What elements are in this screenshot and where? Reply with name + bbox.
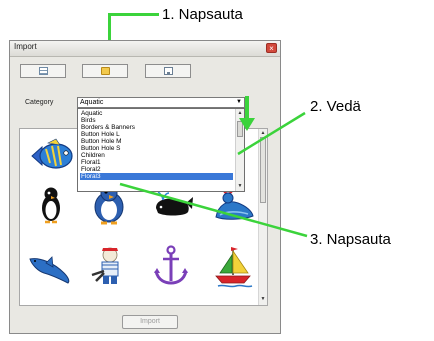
callout-label-1: 1. Napsauta	[162, 6, 243, 23]
design-dolphin-thumbnail[interactable]	[26, 243, 76, 289]
scroll-down-icon[interactable]: ▼	[236, 182, 244, 191]
dropdown-item-borders-banners[interactable]: Borders & Banners	[80, 124, 233, 131]
category-selected-value: Aquatic	[80, 99, 104, 106]
title-bar: Import ×	[10, 41, 280, 57]
dropdown-item-floral3[interactable]: Floral3	[80, 173, 233, 180]
dropdown-item-button-hole-s[interactable]: Button Hole S	[80, 145, 233, 152]
dolphin-icon	[29, 256, 70, 284]
open-folder-button[interactable]	[82, 64, 128, 78]
dropdown-scroll-thumb[interactable]	[237, 121, 243, 137]
sailboat-icon	[215, 247, 253, 288]
anchor-icon	[154, 245, 188, 285]
grid-scrollbar[interactable]: ▲ ▼	[258, 129, 267, 305]
disk-icon	[164, 67, 173, 75]
close-button[interactable]: ×	[266, 43, 277, 53]
dropdown-item-children[interactable]: Children	[80, 152, 233, 159]
dropdown-item-button-hole-l[interactable]: Button Hole L	[80, 131, 233, 138]
design-penguin-thumbnail[interactable]	[26, 181, 76, 227]
grid-scroll-thumb[interactable]	[260, 137, 266, 203]
callout-line-1-horizontal	[108, 13, 159, 16]
penguin-icon	[42, 187, 60, 224]
callout-label-3: 3. Napsauta	[310, 231, 391, 248]
dropdown-scrollbar[interactable]: ▲ ▼	[235, 109, 244, 191]
import-button[interactable]: Import	[122, 315, 178, 329]
callout-label-2: 2. Vedä	[310, 98, 361, 115]
chevron-down-icon[interactable]: ▼	[235, 99, 243, 106]
disk-button[interactable]	[145, 64, 191, 78]
list-view-button[interactable]	[20, 64, 66, 78]
category-label: Category	[25, 99, 54, 106]
design-sailor-bear-thumbnail[interactable]	[84, 243, 134, 289]
dropdown-item-floral1[interactable]: Floral1	[80, 159, 233, 166]
dropdown-item-button-hole-m[interactable]: Button Hole M	[80, 138, 233, 145]
list-view-icon	[39, 67, 48, 75]
category-select[interactable]: Aquatic ▼	[77, 97, 245, 108]
design-sailboat-thumbnail[interactable]	[208, 243, 258, 289]
design-anchor-thumbnail[interactable]	[146, 243, 196, 289]
category-dropdown-list[interactable]: Aquatic Birds Borders & Banners Button H…	[77, 108, 245, 192]
import-window: Import × Category Aquatic ▼ Aquatic Bird…	[9, 40, 281, 334]
dropdown-item-floral2[interactable]: Floral2	[80, 166, 233, 173]
fish-icon	[31, 138, 73, 169]
folder-icon	[101, 67, 110, 75]
dropdown-item-aquatic[interactable]: Aquatic	[80, 110, 233, 117]
grid-scroll-down-icon[interactable]: ▼	[259, 295, 267, 304]
design-fish-thumbnail[interactable]	[26, 133, 76, 179]
window-title: Import	[14, 42, 37, 51]
sailor-bear-icon	[91, 247, 119, 284]
dropdown-item-birds[interactable]: Birds	[80, 117, 233, 124]
scroll-up-icon[interactable]: ▲	[236, 109, 244, 118]
